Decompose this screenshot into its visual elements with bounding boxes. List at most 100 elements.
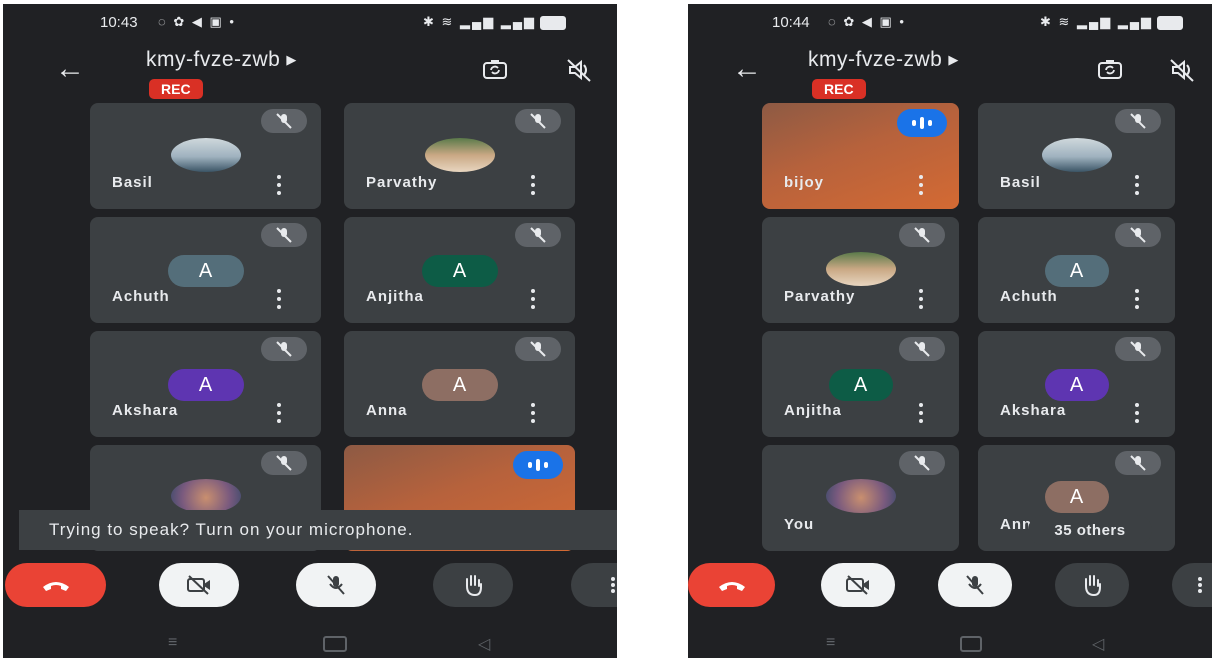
more-vert-icon[interactable] <box>918 403 924 423</box>
avatar-photo <box>825 252 896 286</box>
more-vert-icon[interactable] <box>276 289 282 309</box>
more-vert-icon[interactable] <box>918 289 924 309</box>
back-arrow-icon[interactable]: ← <box>732 54 762 84</box>
mic-off-icon <box>1115 223 1161 247</box>
mic-off-icon <box>1115 109 1161 133</box>
switch-camera-icon[interactable] <box>1096 56 1124 84</box>
avatar-photo <box>825 479 896 513</box>
switch-camera-icon[interactable] <box>481 56 509 84</box>
caret-right-icon: ▶ <box>948 52 959 68</box>
meeting-title[interactable]: kmy-fvze-zwb ▶ <box>146 48 297 72</box>
battery-icon <box>1157 15 1184 30</box>
mic-off-icon <box>1115 337 1161 361</box>
status-system-icons: ✱ ≋ ▂▄▆ ▂▄▆ <box>1040 14 1184 30</box>
avatar-letter: A <box>1044 481 1109 513</box>
participant-name: Anjitha <box>784 402 842 419</box>
phone-screen-1: 10:43 ◌ ✿ ◀ ▣ • ✱ ≋ ▂▄▆ ▂▄▆ ← kmy-fvze-z… <box>3 4 617 658</box>
mic-toggle-button[interactable] <box>938 563 1012 607</box>
mic-off-icon <box>899 223 945 247</box>
mic-off-icon <box>327 575 345 595</box>
mic-off-icon <box>1115 451 1161 475</box>
home-nav-icon[interactable] <box>960 636 982 652</box>
meeting-title[interactable]: kmy-fvze-zwb ▶ <box>808 48 959 72</box>
participant-video-tile[interactable]: bijoy <box>762 103 959 209</box>
more-vert-icon[interactable] <box>530 289 536 309</box>
more-vert-icon[interactable] <box>1134 289 1140 309</box>
recents-nav-icon[interactable]: ≡ <box>826 634 835 652</box>
speaking-indicator-icon <box>513 451 563 479</box>
mic-off-icon <box>261 451 307 475</box>
participant-name: Basil <box>1000 174 1041 191</box>
more-options-button[interactable] <box>1172 563 1212 607</box>
recents-nav-icon[interactable]: ≡ <box>168 634 177 652</box>
more-vert-icon[interactable] <box>530 175 536 195</box>
participant-tile[interactable]: Parvathy <box>344 103 575 209</box>
more-vert-icon[interactable] <box>1134 403 1140 423</box>
meeting-code: kmy-fvze-zwb <box>146 48 281 71</box>
participant-name: Anjitha <box>366 288 424 305</box>
back-nav-icon[interactable]: ◁ <box>478 634 490 654</box>
back-arrow-icon[interactable]: ← <box>55 54 85 84</box>
participant-tile[interactable]: Basil <box>90 103 321 209</box>
participant-name: Basil <box>112 174 153 191</box>
participant-tile[interactable]: A Achuth <box>90 217 321 323</box>
avatar-photo <box>170 479 241 513</box>
participant-name: Akshara <box>1000 402 1067 419</box>
camera-toggle-button[interactable] <box>821 563 895 607</box>
mic-toggle-button[interactable] <box>296 563 376 607</box>
raise-hand-icon <box>466 575 482 597</box>
avatar-letter: A <box>421 369 498 401</box>
more-vert-icon[interactable] <box>1134 175 1140 195</box>
camera-toggle-button[interactable] <box>159 563 239 607</box>
participant-tile[interactable]: A Akshara <box>978 331 1175 437</box>
more-vert-icon[interactable] <box>530 403 536 423</box>
participant-name: bijoy <box>784 174 825 191</box>
participant-tile[interactable]: Parvathy <box>762 217 959 323</box>
end-call-button[interactable] <box>688 563 775 607</box>
more-vert-icon[interactable] <box>918 175 924 195</box>
status-system-icons: ✱ ≋ ▂▄▆ ▂▄▆ <box>423 14 567 30</box>
status-notification-icons: ◌ ✿ ◀ ▣ • <box>158 14 236 29</box>
rec-badge: REC <box>812 79 866 99</box>
home-nav-icon[interactable] <box>323 636 347 652</box>
camera-off-icon <box>187 575 210 595</box>
mic-off-icon <box>261 109 307 133</box>
mic-off-icon <box>515 109 561 133</box>
mic-off-icon <box>899 451 945 475</box>
more-vert-icon[interactable] <box>276 403 282 423</box>
participant-name: Parvathy <box>784 288 856 305</box>
others-count-chip[interactable]: 35 others <box>1028 515 1152 545</box>
participant-tile[interactable]: Basil <box>978 103 1175 209</box>
speaker-off-icon[interactable] <box>1168 56 1196 84</box>
system-nav-bar: ≡ ◁ <box>688 626 1212 658</box>
back-nav-icon[interactable]: ◁ <box>1092 634 1104 654</box>
raise-hand-button[interactable] <box>1055 563 1129 607</box>
rec-badge: REC <box>149 79 203 99</box>
participant-name: Akshara <box>112 402 179 419</box>
avatar-photo <box>170 138 241 172</box>
status-notification-icons: ◌ ✿ ◀ ▣ • <box>828 14 906 29</box>
mic-hint-toast: Trying to speak? Turn on your microphone… <box>19 510 617 550</box>
participant-tile[interactable]: A Anjitha <box>762 331 959 437</box>
mic-off-icon <box>261 223 307 247</box>
end-call-icon <box>718 582 745 591</box>
avatar-photo <box>1041 138 1112 172</box>
more-vert-icon[interactable] <box>276 175 282 195</box>
speaker-off-icon[interactable] <box>565 56 593 84</box>
participant-name: Achuth <box>112 288 170 305</box>
avatar-letter: A <box>1044 255 1109 287</box>
mic-off-icon <box>966 575 984 595</box>
caret-right-icon: ▶ <box>286 52 297 68</box>
end-call-button[interactable] <box>5 563 106 607</box>
raise-hand-button[interactable] <box>433 563 513 607</box>
participant-tile[interactable]: You <box>762 445 959 551</box>
participant-name: You <box>784 516 815 533</box>
participant-tile[interactable]: A Akshara <box>90 331 321 437</box>
avatar-letter: A <box>1044 369 1109 401</box>
participant-tile[interactable]: A Anna <box>344 331 575 437</box>
more-options-button[interactable] <box>571 563 617 607</box>
avatar-letter: A <box>421 255 498 287</box>
participant-tile[interactable]: A Achuth <box>978 217 1175 323</box>
participant-tile[interactable]: A Anjitha <box>344 217 575 323</box>
status-bar: 10:44 ◌ ✿ ◀ ▣ • ✱ ≋ ▂▄▆ ▂▄▆ <box>688 14 1212 34</box>
